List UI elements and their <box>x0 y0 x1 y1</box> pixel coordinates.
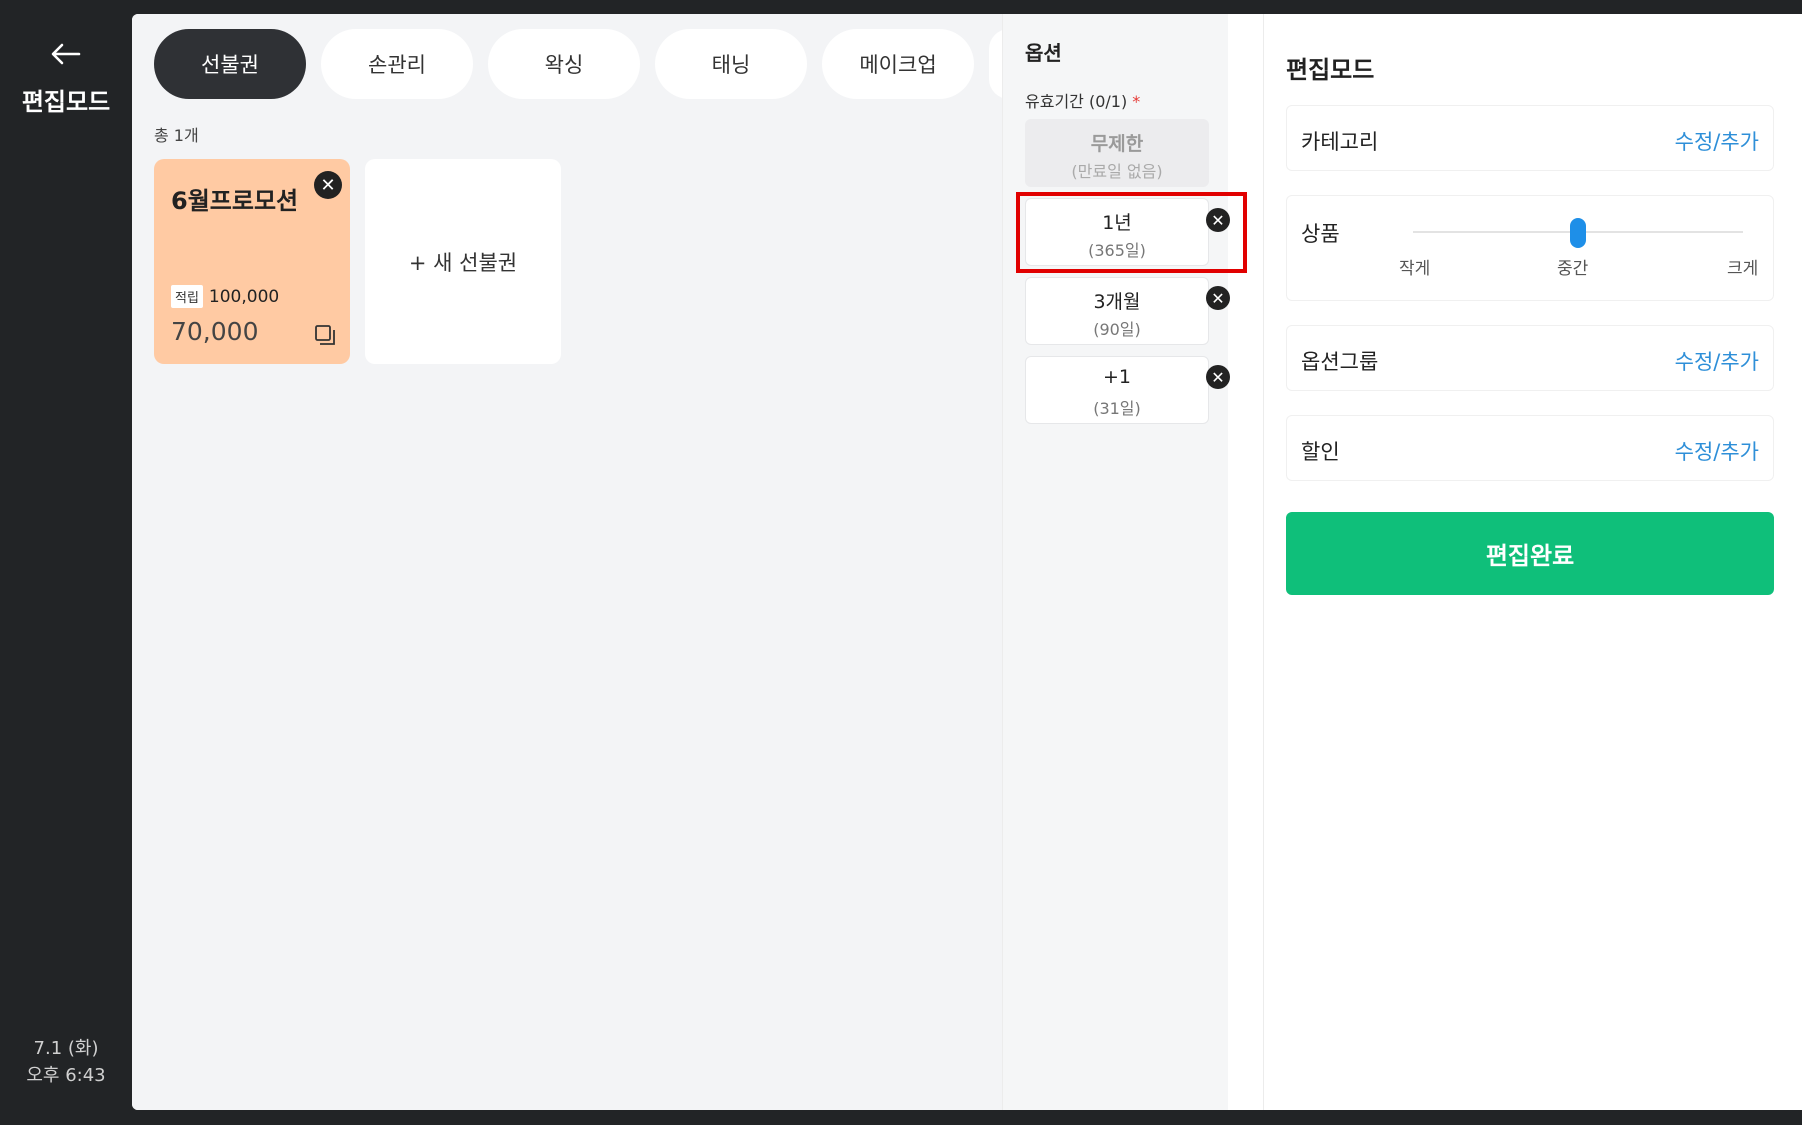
category-row: 카테고리 수정/추가 <box>1286 105 1774 171</box>
option-main: 무제한 <box>1090 133 1144 155</box>
option-group-edit-link[interactable]: 수정/추가 <box>1675 346 1759 376</box>
discount-label: 할인 <box>1301 440 1340 464</box>
option-main: 1년 <box>1102 212 1132 234</box>
tab-makeup[interactable]: 메이크업 <box>822 29 974 99</box>
option-group-label: 옵션그룹 <box>1301 350 1379 374</box>
card-name: 6월프로모션 <box>171 187 299 215</box>
size-large-label: 크게 <box>1727 259 1759 279</box>
category-edit-link[interactable]: 수정/추가 <box>1675 126 1759 156</box>
option-sub: (90일) <box>1093 320 1141 339</box>
close-icon: ✕ <box>1211 210 1225 230</box>
option-sub: (31일) <box>1093 399 1141 418</box>
remove-option-plus-1-button[interactable]: ✕ <box>1206 365 1230 389</box>
product-label: 상품 <box>1301 222 1340 246</box>
size-small-label: 작게 <box>1399 259 1431 279</box>
prepaid-card[interactable]: 6월프로모션 ✕ 적립 100,000 70,000 <box>154 159 350 364</box>
close-icon: ✕ <box>1211 367 1225 387</box>
remove-option-1-year-button[interactable]: ✕ <box>1206 208 1230 232</box>
option-plus-1[interactable]: +1 (31일) <box>1025 356 1209 424</box>
size-slider-thumb[interactable] <box>1570 218 1586 248</box>
back-button[interactable] <box>42 34 90 74</box>
sidebar-title: 편집모드 <box>21 88 111 116</box>
tab-tanning[interactable]: 태닝 <box>655 29 807 99</box>
options-panel: 옵션 유효기간 (0/1) * 무제한 (만료일 없음) 1년 (365일) ✕… <box>1002 14 1228 1110</box>
option-main: 3개월 <box>1093 291 1141 313</box>
arrow-left-icon <box>51 43 81 65</box>
sidebar-time: 오후 6:43 <box>26 1065 106 1086</box>
accumulation-badge: 적립 <box>171 285 203 308</box>
category-label: 카테고리 <box>1301 130 1379 154</box>
option-3-months[interactable]: 3개월 (90일) <box>1025 277 1209 345</box>
option-sub: (365일) <box>1088 241 1146 260</box>
option-main: +1 <box>1102 366 1131 388</box>
option-group-row: 옵션그룹 수정/추가 <box>1286 325 1774 391</box>
card-accumulation: 적립 100,000 <box>171 285 279 308</box>
required-mark: * <box>1132 92 1141 111</box>
validity-label-text: 유효기간 (0/1) <box>1025 92 1128 111</box>
tab-prepaid[interactable]: 선불권 <box>154 29 306 99</box>
tab-hand-care[interactable]: 손관리 <box>321 29 473 99</box>
close-icon: ✕ <box>320 174 336 196</box>
product-panel: 선불권 손관리 왁싱 태닝 메이크업 총 1개 6월프로모션 ✕ 적립 100,… <box>132 14 1029 1110</box>
discount-row: 할인 수정/추가 <box>1286 415 1774 481</box>
close-icon: ✕ <box>1211 288 1225 308</box>
sidebar: 편집모드 7.1 (화) 오후 6:43 <box>0 0 132 1125</box>
tab-waxing[interactable]: 왁싱 <box>488 29 640 99</box>
card-price: 70,000 <box>171 317 259 346</box>
remove-option-3-months-button[interactable]: ✕ <box>1206 286 1230 310</box>
edit-title: 편집모드 <box>1286 56 1375 84</box>
add-prepaid-button[interactable]: + 새 선불권 <box>365 159 561 364</box>
total-count: 총 1개 <box>154 126 199 145</box>
option-1-year[interactable]: 1년 (365일) ✕ <box>1025 198 1209 266</box>
edit-done-button[interactable]: 편집완료 <box>1286 512 1774 595</box>
options-title: 옵션 <box>1025 41 1062 65</box>
delete-card-button[interactable]: ✕ <box>314 171 342 199</box>
option-sub: (만료일 없음) <box>1071 162 1163 181</box>
option-unlimited[interactable]: 무제한 (만료일 없음) <box>1025 119 1209 187</box>
size-medium-label: 중간 <box>1557 259 1589 279</box>
validity-label: 유효기간 (0/1) * <box>1025 88 1140 112</box>
discount-edit-link[interactable]: 수정/추가 <box>1675 436 1759 466</box>
sidebar-date: 7.1 (화) <box>33 1038 99 1059</box>
accumulation-value: 100,000 <box>208 286 280 307</box>
copy-icon[interactable] <box>314 324 336 346</box>
product-size-row: 상품 작게 중간 크게 <box>1286 195 1774 301</box>
